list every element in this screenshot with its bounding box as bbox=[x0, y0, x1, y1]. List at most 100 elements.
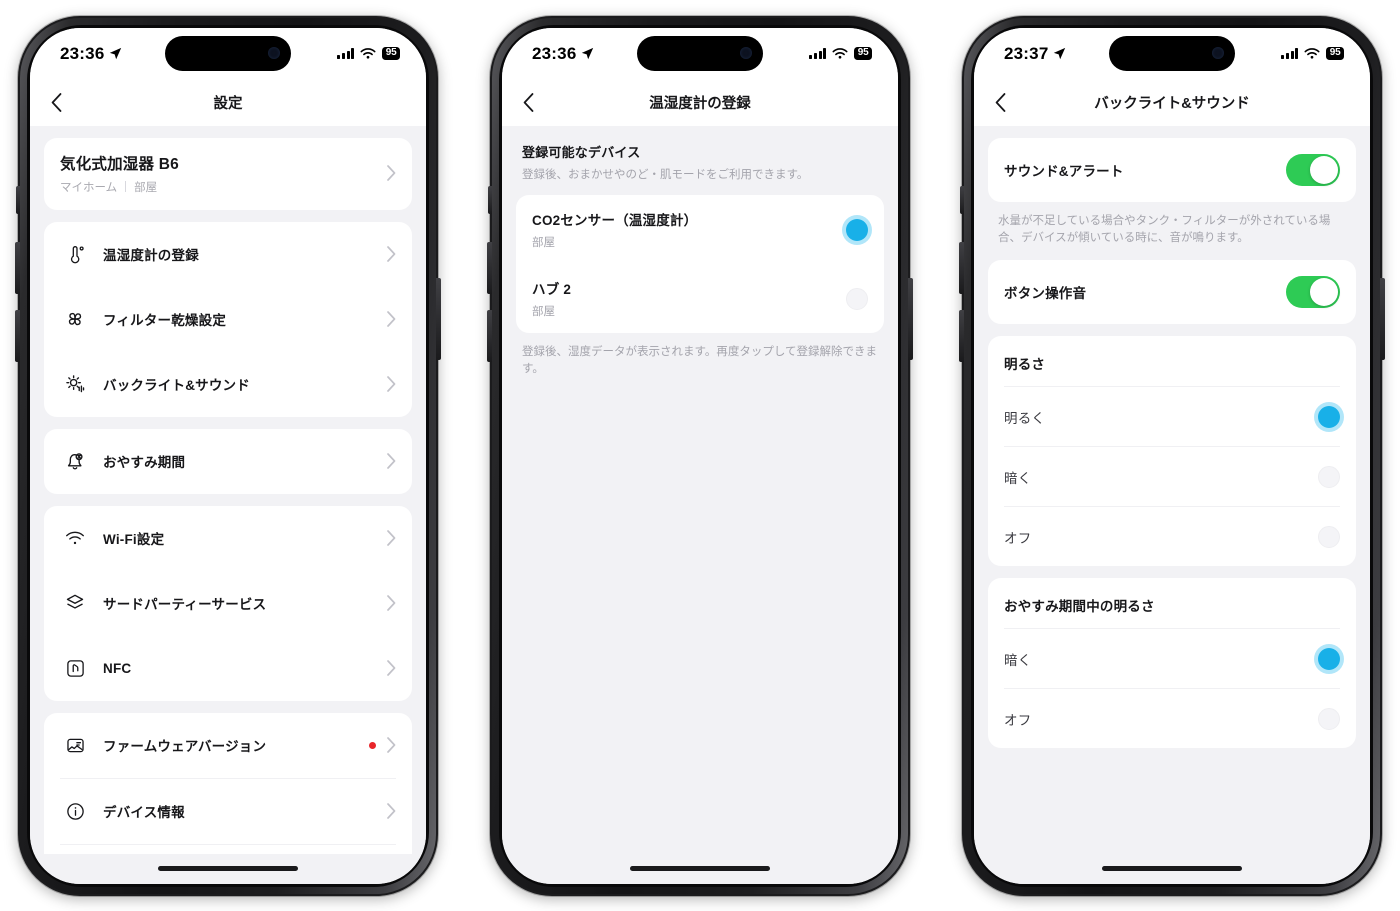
nav-bar: 設定 bbox=[30, 79, 426, 126]
phone-backlight-sound: 23:37 95 バックライト&サウンド サウンド&アラート 水量が不足している… bbox=[959, 15, 1385, 896]
radio-button-unselected[interactable] bbox=[1318, 465, 1340, 488]
home-indicator[interactable] bbox=[158, 866, 298, 871]
sidebar-item-wifi-settings[interactable]: Wi-Fi設定 bbox=[44, 506, 412, 571]
list-item[interactable]: CO2センサー（温湿度計） 部屋 bbox=[516, 195, 884, 264]
sidebar-item-label: 温湿度計の登録 bbox=[103, 248, 199, 263]
chevron-right-icon bbox=[387, 246, 396, 262]
home-indicator[interactable] bbox=[1102, 866, 1242, 871]
mute-switch[interactable] bbox=[488, 185, 492, 214]
home-name: マイホーム bbox=[60, 181, 118, 194]
sidebar-item-sleep-period[interactable]: おやすみ期間 bbox=[44, 429, 412, 494]
brightness-title: 明るさ bbox=[1004, 357, 1046, 373]
list-overflow-spacer bbox=[44, 845, 412, 854]
battery-percent: 95 bbox=[1326, 46, 1344, 61]
location-arrow-icon bbox=[1054, 47, 1066, 60]
sidebar-item-thermometer-register[interactable]: 温湿度計の登録 bbox=[44, 222, 412, 287]
wifi-icon bbox=[1304, 47, 1320, 59]
volume-down-button[interactable] bbox=[487, 309, 492, 362]
settings-group-1: 温湿度計の登録 フィルター乾燥設定 バックライト&サウンド bbox=[44, 221, 412, 417]
separator bbox=[125, 181, 127, 192]
radio-button-selected[interactable] bbox=[1318, 647, 1340, 670]
sidebar-item-third-party[interactable]: サードパーティーサービス bbox=[44, 571, 412, 636]
button-tone-card: ボタン操作音 bbox=[988, 260, 1356, 325]
mute-switch[interactable] bbox=[16, 185, 20, 214]
phone1-screen: 23:36 95 設定 気化式加湿器 B6 マイホーム 部屋 温湿度計の登録 フ… bbox=[30, 27, 426, 884]
volume-up-button[interactable] bbox=[959, 241, 964, 294]
power-button[interactable] bbox=[436, 277, 441, 360]
device-row[interactable]: 気化式加湿器 B6 マイホーム 部屋 bbox=[44, 138, 412, 210]
phone-thermometer-registration: 23:36 95 温湿度計の登録 登録可能なデバイス 登録後、おまかせやのど・肌… bbox=[487, 15, 913, 896]
sound-alert-toggle[interactable] bbox=[1286, 153, 1340, 186]
brightness-sound-icon bbox=[60, 373, 90, 395]
list-item[interactable]: ハブ 2 部屋 bbox=[516, 264, 884, 333]
power-button[interactable] bbox=[1380, 277, 1385, 360]
sidebar-item-firmware-version[interactable]: ファームウェアバージョン bbox=[44, 713, 412, 778]
option-label: 明るく bbox=[1004, 410, 1046, 426]
volume-up-button[interactable] bbox=[487, 241, 492, 294]
sound-alert-card: サウンド&アラート bbox=[988, 137, 1356, 202]
device-list-card: CO2センサー（温湿度計） 部屋 ハブ 2 部屋 bbox=[516, 195, 884, 334]
toggle-knob bbox=[1310, 155, 1338, 184]
wifi-icon bbox=[60, 527, 90, 549]
back-button[interactable] bbox=[30, 80, 82, 126]
device-info: ハブ 2 部屋 bbox=[532, 278, 846, 319]
sleep-brightness-option-off[interactable]: オフ bbox=[988, 689, 1356, 748]
radio-button-selected[interactable] bbox=[846, 218, 868, 241]
sidebar-item-label: おやすみ期間 bbox=[103, 455, 186, 470]
cellular-bars-icon bbox=[809, 48, 827, 59]
backlight-sound-content: サウンド&アラート 水量が不足している場合やタンク・フィルターが外されている場合… bbox=[974, 125, 1370, 854]
battery-percent: 95 bbox=[382, 46, 400, 61]
brightness-option-dim[interactable]: 暗く bbox=[988, 447, 1356, 506]
location-arrow-icon bbox=[582, 47, 594, 60]
back-button[interactable] bbox=[974, 80, 1026, 126]
brightness-option-off[interactable]: オフ bbox=[988, 507, 1356, 566]
three-phone-mockup: 23:36 95 設定 気化式加湿器 B6 マイホーム 部屋 温湿度計の登録 フ… bbox=[0, 0, 1400, 911]
device-room: 部屋 bbox=[532, 306, 555, 319]
phone3-screen: 23:37 95 バックライト&サウンド サウンド&アラート 水量が不足している… bbox=[974, 27, 1370, 884]
front-camera-icon bbox=[268, 47, 280, 59]
button-tone-toggle[interactable] bbox=[1286, 276, 1340, 309]
option-label: 暗く bbox=[1004, 470, 1032, 486]
layers-icon bbox=[60, 592, 90, 614]
option-label: オフ bbox=[1004, 712, 1032, 728]
wifi-icon bbox=[360, 47, 376, 59]
status-time: 23:36 bbox=[60, 43, 105, 63]
phone-settings: 23:36 95 設定 気化式加湿器 B6 マイホーム 部屋 温湿度計の登録 フ… bbox=[15, 15, 441, 896]
sidebar-item-backlight-sound[interactable]: バックライト&サウンド bbox=[44, 352, 412, 417]
chevron-right-icon bbox=[387, 376, 396, 392]
sound-alert-row: サウンド&アラート bbox=[988, 138, 1356, 202]
radio-button-unselected[interactable] bbox=[1318, 707, 1340, 730]
button-tone-row: ボタン操作音 bbox=[988, 260, 1356, 324]
sidebar-item-nfc[interactable]: NFC bbox=[44, 636, 412, 701]
volume-down-button[interactable] bbox=[15, 309, 20, 362]
mute-switch[interactable] bbox=[960, 185, 964, 214]
volume-down-button[interactable] bbox=[959, 309, 964, 362]
sidebar-item-device-info[interactable]: デバイス情報 bbox=[44, 779, 412, 844]
brightness-option-bright[interactable]: 明るく bbox=[988, 387, 1356, 446]
chevron-right-icon bbox=[387, 737, 396, 753]
dynamic-island bbox=[1109, 35, 1235, 71]
back-button[interactable] bbox=[502, 80, 554, 126]
button-tone-label: ボタン操作音 bbox=[1004, 286, 1087, 302]
radio-button-selected[interactable] bbox=[1318, 405, 1340, 428]
volume-up-button[interactable] bbox=[15, 241, 20, 294]
sleep-brightness-option-dim[interactable]: 暗く bbox=[988, 629, 1356, 688]
fan-icon bbox=[60, 308, 90, 330]
chevron-right-icon bbox=[387, 165, 396, 181]
radio-button-unselected[interactable] bbox=[846, 287, 868, 310]
chevron-left-icon bbox=[995, 93, 1005, 112]
home-indicator-area bbox=[30, 853, 426, 884]
settings-group-4: ファームウェアバージョン デバイス情報 bbox=[44, 712, 412, 854]
option-label: 暗く bbox=[1004, 652, 1032, 668]
sidebar-item-filter-dry[interactable]: フィルター乾燥設定 bbox=[44, 287, 412, 352]
status-bar-left: 23:36 bbox=[532, 44, 594, 64]
cellular-bars-icon bbox=[337, 48, 355, 59]
home-indicator-area bbox=[502, 853, 898, 884]
location-arrow-icon bbox=[110, 47, 122, 60]
home-indicator[interactable] bbox=[630, 866, 770, 871]
sidebar-item-label: サードパーティーサービス bbox=[103, 597, 267, 612]
power-button[interactable] bbox=[908, 277, 913, 360]
device-name: 気化式加湿器 B6 bbox=[60, 155, 179, 173]
device-card[interactable]: 気化式加湿器 B6 マイホーム 部屋 bbox=[44, 137, 412, 210]
radio-button-unselected[interactable] bbox=[1318, 525, 1340, 548]
